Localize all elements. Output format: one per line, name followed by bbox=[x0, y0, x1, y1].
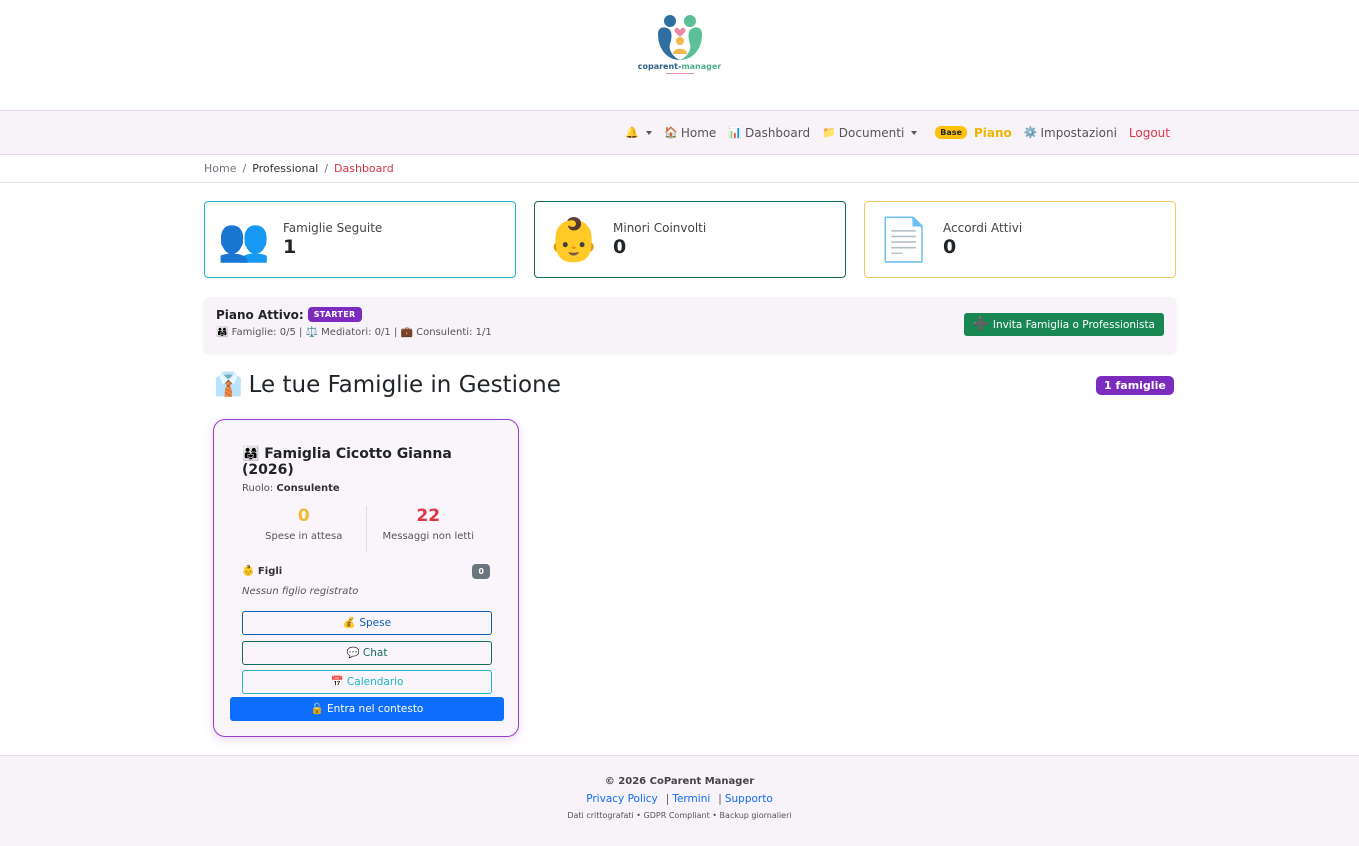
chat-button[interactable]: 💬 Chat bbox=[242, 641, 492, 665]
nav-logout[interactable]: Logout bbox=[1129, 126, 1170, 140]
necktie-icon: 👔 bbox=[214, 372, 243, 398]
footer: © 2026 CoParent Manager Privacy Policy | T… bbox=[0, 755, 1359, 846]
stats-row: 👥 Famiglie Seguite 1 👶 Minori Coinvolti … bbox=[204, 201, 1176, 278]
family-role: Ruolo: Consulente bbox=[242, 483, 490, 494]
family-role-label: Ruolo: bbox=[242, 483, 274, 494]
plan-starter-badge: STARTER bbox=[307, 307, 362, 322]
unread-messages-value: 22 bbox=[416, 506, 441, 526]
active-plan-panel: Piano Attivo: STARTER 👨‍👩‍👧 Famiglie: 0/… bbox=[204, 297, 1176, 353]
brand-name: coparent-manager bbox=[637, 62, 722, 71]
brand-logo[interactable]: coparent-manager bbox=[635, 14, 725, 74]
people-icon: 👥 bbox=[217, 214, 271, 264]
logo-underline bbox=[665, 73, 694, 74]
notifications-dropdown[interactable]: 🔔 bbox=[625, 126, 653, 139]
family-stats: 0 Spese in attesa 22 Messaggi non letti bbox=[242, 506, 490, 552]
plus-icon: ➕ bbox=[972, 317, 989, 332]
unread-messages-label: Messaggi non letti bbox=[382, 531, 474, 542]
breadcrumb-separator: / bbox=[324, 162, 329, 175]
bell-icon: 🔔 bbox=[625, 126, 640, 139]
pending-expenses-label: Spese in attesa bbox=[265, 531, 343, 542]
footer-links: Privacy Policy | Termini | Supporto bbox=[0, 793, 1359, 805]
stat-value: 0 bbox=[943, 236, 957, 258]
pending-expenses-stat: 0 Spese in attesa bbox=[242, 506, 366, 552]
support-link[interactable]: Supporto bbox=[725, 793, 773, 805]
chevron-down-icon bbox=[911, 130, 918, 135]
section-title: 👔 Le tue Famiglie in Gestione bbox=[214, 371, 561, 399]
stat-label: Accordi Attivi bbox=[943, 221, 1023, 235]
stat-label: Minori Coinvolti bbox=[613, 221, 707, 235]
nav-documenti-dropdown[interactable]: 📁 Documenti bbox=[822, 125, 918, 140]
nav-home[interactable]: 🏠 Home bbox=[664, 126, 716, 140]
breadcrumb-professional[interactable]: Professional bbox=[252, 162, 318, 175]
breadcrumb: Home / Professional / Dashboard bbox=[0, 155, 1359, 183]
stat-label: Famiglie Seguite bbox=[283, 221, 383, 235]
nav-impostazioni-label: Impostazioni bbox=[1040, 125, 1117, 140]
expenses-button[interactable]: 💰 Spese bbox=[242, 611, 492, 635]
family-hearts-logo-icon bbox=[657, 15, 702, 61]
home-icon: 🏠 bbox=[664, 126, 678, 139]
breadcrumb-home[interactable]: Home bbox=[204, 162, 236, 175]
baby-icon: 👶 bbox=[547, 214, 601, 264]
plan-base-badge: Base bbox=[935, 126, 967, 139]
calendar-button[interactable]: 📅 Calendario bbox=[242, 670, 492, 694]
main-navbar: 🔔 🏠 Home 📊 Dashboard 📁 Documenti Base Pi… bbox=[0, 111, 1359, 155]
stat-value: 1 bbox=[283, 236, 297, 258]
nav-home-label: Home bbox=[680, 125, 717, 140]
invite-button[interactable]: ➕ Invita Famiglia o Professionista bbox=[963, 313, 1164, 336]
no-children-text: Nessun figlio registrato bbox=[242, 586, 359, 597]
link-separator: | bbox=[718, 793, 722, 805]
unread-messages-stat: 22 Messaggi non letti bbox=[365, 506, 491, 552]
privacy-link[interactable]: Privacy Policy bbox=[586, 793, 658, 805]
family-card: 👨‍👩‍👧 Famiglia Cicotto Gianna (2026) Ruo… bbox=[213, 419, 519, 737]
nav-dashboard[interactable]: 📊 Dashboard bbox=[728, 126, 810, 140]
stat-value: 0 bbox=[613, 236, 627, 258]
breadcrumb-separator: / bbox=[242, 162, 247, 175]
children-count-badge: 0 bbox=[472, 564, 490, 579]
nav-documenti-label: Documenti bbox=[838, 125, 905, 140]
breadcrumb-current: Dashboard bbox=[334, 162, 394, 175]
children-label: 👶 Figli bbox=[242, 566, 283, 577]
family-role-value: Consulente bbox=[276, 483, 340, 494]
terms-link[interactable]: Termini bbox=[672, 793, 710, 805]
chevron-down-icon bbox=[646, 130, 653, 135]
family-name: 👨‍👩‍👧 Famiglia Cicotto Gianna (2026) bbox=[242, 446, 452, 478]
folder-icon: 📁 bbox=[822, 126, 836, 139]
nav-piano[interactable]: Base Piano bbox=[935, 125, 1012, 140]
children-row: 👶 Figli 0 bbox=[242, 564, 490, 579]
footer-copyright: © 2026 CoParent Manager bbox=[604, 776, 755, 787]
families-count-badge: 1 famiglie bbox=[1096, 376, 1174, 395]
link-separator: | bbox=[665, 793, 670, 805]
chart-icon: 📊 bbox=[728, 126, 742, 139]
gear-icon: ⚙️ bbox=[1023, 126, 1038, 139]
invite-button-label: Invita Famiglia o Professionista bbox=[992, 318, 1155, 331]
enter-context-button[interactable]: 🔓 Entra nel contesto bbox=[230, 697, 504, 721]
stat-card-famiglie: 👥 Famiglie Seguite 1 bbox=[204, 201, 516, 278]
pending-expenses-value: 0 bbox=[297, 506, 310, 526]
nav-impostazioni[interactable]: ⚙️ Impostazioni bbox=[1024, 126, 1117, 140]
footer-note: Dati crittografati • GDPR Compliant • Ba… bbox=[567, 811, 792, 820]
nav-piano-label: Piano bbox=[973, 125, 1012, 140]
nav-dashboard-label: Dashboard bbox=[744, 125, 811, 140]
section-title-text: Le tue Famiglie in Gestione bbox=[248, 371, 561, 398]
document-icon: 📄 bbox=[877, 214, 931, 264]
stat-card-minori: 👶 Minori Coinvolti 0 bbox=[534, 201, 846, 278]
plan-title-label: Piano Attivo: bbox=[216, 307, 304, 322]
stat-card-accordi: 📄 Accordi Attivi 0 bbox=[864, 201, 1176, 278]
logo-header: coparent-manager bbox=[0, 0, 1359, 111]
